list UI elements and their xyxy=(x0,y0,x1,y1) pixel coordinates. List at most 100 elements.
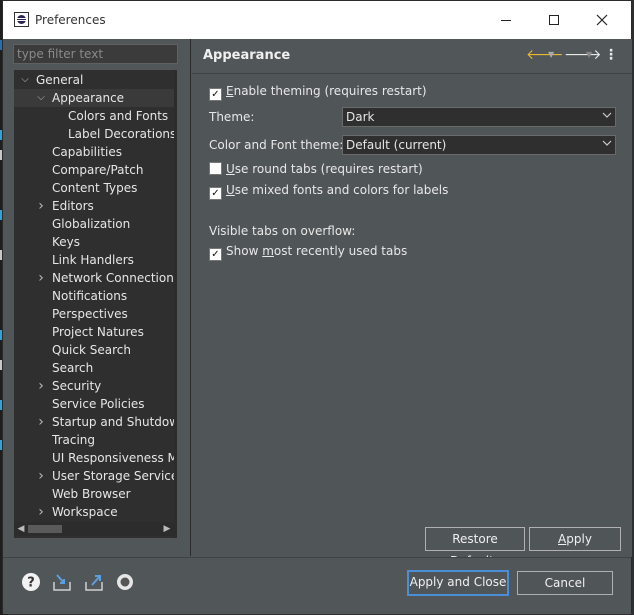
pane-divider[interactable] xyxy=(190,39,191,556)
tree-item-label: Label Decorations xyxy=(68,127,177,141)
tree-item[interactable]: Tracing xyxy=(14,431,174,449)
label-prefix: Restore xyxy=(452,532,498,546)
scroll-thumb[interactable] xyxy=(177,86,178,298)
chevron-right-icon[interactable]: › xyxy=(36,377,46,395)
back-menu-chevron-down-icon[interactable]: ▼ xyxy=(548,45,554,65)
tree-item-label: Appearance xyxy=(52,91,125,105)
tree-item-label: Startup and Shutdown xyxy=(52,415,178,429)
color-font-theme-select[interactable]: Default (current) xyxy=(342,135,616,155)
forward-menu-chevron-down-icon[interactable]: ▼ xyxy=(586,45,592,65)
preference-tree[interactable]: ›Ant›WorkspaceWeb Browser›User Storage S… xyxy=(13,69,178,539)
theme-select-value: Dark xyxy=(346,110,375,124)
dialog-footer: ? Apply and Close Cancel xyxy=(3,557,631,614)
title-bar: Preferences xyxy=(3,1,631,39)
checkbox-box[interactable]: ✓ xyxy=(209,88,222,101)
scroll-up-icon[interactable]: ▲ xyxy=(174,71,177,81)
filter-input[interactable]: type filter text xyxy=(13,44,178,64)
tree-item-label: Tracing xyxy=(52,433,96,447)
chevron-down-icon[interactable]: ⌵ xyxy=(20,71,30,89)
label-rest: ost recently used tabs xyxy=(273,244,408,258)
theme-label: Theme: xyxy=(209,110,255,124)
apply-and-close-button[interactable]: Apply and Close xyxy=(407,570,509,596)
oomph-record-icon[interactable] xyxy=(114,571,136,593)
overflow-label: Visible tabs on overflow: xyxy=(209,224,356,238)
tree-item[interactable]: Quick Search xyxy=(14,341,174,359)
tree-item-label: Notifications xyxy=(52,289,128,303)
label-prefix: Show xyxy=(226,244,263,258)
tree-item[interactable]: Notifications xyxy=(14,287,174,305)
restore-defaults-button[interactable]: Restore Defaults xyxy=(425,527,525,568)
chevron-right-icon[interactable]: › xyxy=(36,413,46,431)
tree-item[interactable]: Search xyxy=(14,359,174,377)
color-font-select-value: Default (current) xyxy=(346,138,447,152)
tree-item[interactable]: › Editors xyxy=(14,197,174,215)
checkbox-box[interactable]: ✓ xyxy=(209,187,222,200)
tree-item[interactable]: ⌵ Appearance xyxy=(14,89,174,107)
svg-text:?: ? xyxy=(27,576,35,591)
tree-item[interactable]: Web Browser xyxy=(14,485,174,503)
view-menu-icon[interactable]: ⋮ xyxy=(604,45,618,65)
checkbox-box[interactable]: ✓ xyxy=(209,248,222,261)
tree-horizontal-scrollbar[interactable]: ◀ ▶ xyxy=(14,522,174,536)
tree-item[interactable]: › Security xyxy=(14,377,174,395)
tree-vertical-scrollbar[interactable]: ▲ ▼ xyxy=(174,70,178,538)
label-rest: se mixed fonts and colors for labels xyxy=(234,183,449,197)
tree-item-label: User Storage Service xyxy=(52,469,178,483)
tree-item[interactable]: Content Types xyxy=(14,179,174,197)
cancel-button[interactable]: Cancel xyxy=(517,571,613,595)
tree-item[interactable]: › Startup and Shutdown xyxy=(14,413,177,431)
tree-item[interactable]: Capabilities xyxy=(14,143,174,161)
tree-item[interactable]: Compare/Patch xyxy=(14,161,174,179)
tree-item[interactable]: Perspectives xyxy=(14,305,174,323)
chevron-right-icon[interactable]: › xyxy=(36,197,46,215)
chevron-down-icon[interactable]: ⌵ xyxy=(36,89,46,107)
enable-theming-checkbox[interactable]: ✓ Enable theming (requires restart) xyxy=(209,82,427,101)
tree-item[interactable]: › Network Connections xyxy=(14,269,177,287)
preferences-dialog: Preferences type filter text ›Ant›Worksp… xyxy=(2,0,632,614)
tree-item[interactable]: › Workspace xyxy=(14,503,174,521)
help-icon[interactable]: ? xyxy=(20,571,42,593)
maximize-icon[interactable] xyxy=(537,9,571,31)
back-arrow-icon[interactable]: 🡐 xyxy=(526,45,564,65)
export-icon[interactable] xyxy=(83,571,105,593)
tree-item[interactable]: ⌵ General xyxy=(14,71,174,89)
apply-button[interactable]: Apply xyxy=(529,527,621,551)
minimize-icon[interactable] xyxy=(489,9,523,31)
tree-item[interactable]: › User Storage Service xyxy=(14,467,177,485)
tree-item-label: Editors xyxy=(52,199,94,213)
tree-item[interactable]: Service Policies xyxy=(14,395,174,413)
checkbox-box[interactable] xyxy=(209,162,222,175)
tree-item-label: Search xyxy=(52,361,94,375)
tree-item-label: Perspectives xyxy=(52,307,128,321)
tree-item-label: Security xyxy=(52,379,102,393)
scroll-down-icon[interactable]: ▼ xyxy=(174,524,177,534)
tree-item[interactable]: Project Natures xyxy=(14,323,174,341)
scroll-right-icon[interactable]: ▶ xyxy=(160,522,174,536)
chevron-right-icon[interactable]: › xyxy=(36,467,46,485)
mnemonic: U xyxy=(226,183,235,197)
forward-arrow-icon[interactable]: 🡒 xyxy=(564,45,602,65)
tree-item-label: Link Handlers xyxy=(52,253,134,267)
tree-item[interactable]: Label Decorations xyxy=(14,125,177,143)
tree-item[interactable]: Globalization xyxy=(14,215,174,233)
import-icon[interactable] xyxy=(51,571,73,593)
tree-item-label: Keys xyxy=(52,235,81,249)
close-icon[interactable] xyxy=(585,9,619,31)
round-tabs-checkbox[interactable]: Use round tabs (requires restart) xyxy=(209,160,423,178)
tree-item[interactable]: Keys xyxy=(14,233,174,251)
tree-item[interactable]: UI Responsiveness Monitoring xyxy=(14,449,177,467)
theme-select[interactable]: Dark xyxy=(342,107,616,127)
tree-item-label: Network Connections xyxy=(52,271,178,285)
chevron-right-icon[interactable]: › xyxy=(36,503,46,521)
window-title: Preferences xyxy=(35,13,106,27)
scroll-thumb-horizontal[interactable] xyxy=(28,525,62,533)
color-font-theme-label: Color and Font theme: xyxy=(209,138,344,152)
recent-tabs-checkbox[interactable]: ✓ Show most recently used tabs xyxy=(209,242,408,261)
tree-item[interactable]: Link Handlers xyxy=(14,251,174,269)
scroll-left-icon[interactable]: ◀ xyxy=(14,522,28,536)
chevron-down-icon xyxy=(599,136,615,154)
mixed-fonts-checkbox[interactable]: ✓ Use mixed fonts and colors for labels xyxy=(209,181,449,200)
tree-item[interactable]: Colors and Fonts xyxy=(14,107,174,125)
chevron-right-icon[interactable]: › xyxy=(36,269,46,287)
eclipse-app-icon xyxy=(14,12,29,27)
